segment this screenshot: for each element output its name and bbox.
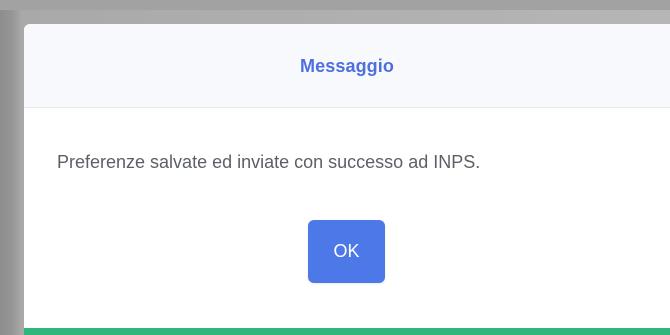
message-dialog: Messaggio Preferenze salvate ed inviate … [24,24,670,328]
dialog-title: Messaggio [300,56,394,76]
backdrop-top-strip [0,0,670,10]
ok-button[interactable]: OK [308,220,385,283]
dialog-message: Preferenze salvate ed inviate con succes… [57,152,481,172]
bottom-accent-bar [24,328,670,335]
dialog-header: Messaggio [24,24,670,108]
